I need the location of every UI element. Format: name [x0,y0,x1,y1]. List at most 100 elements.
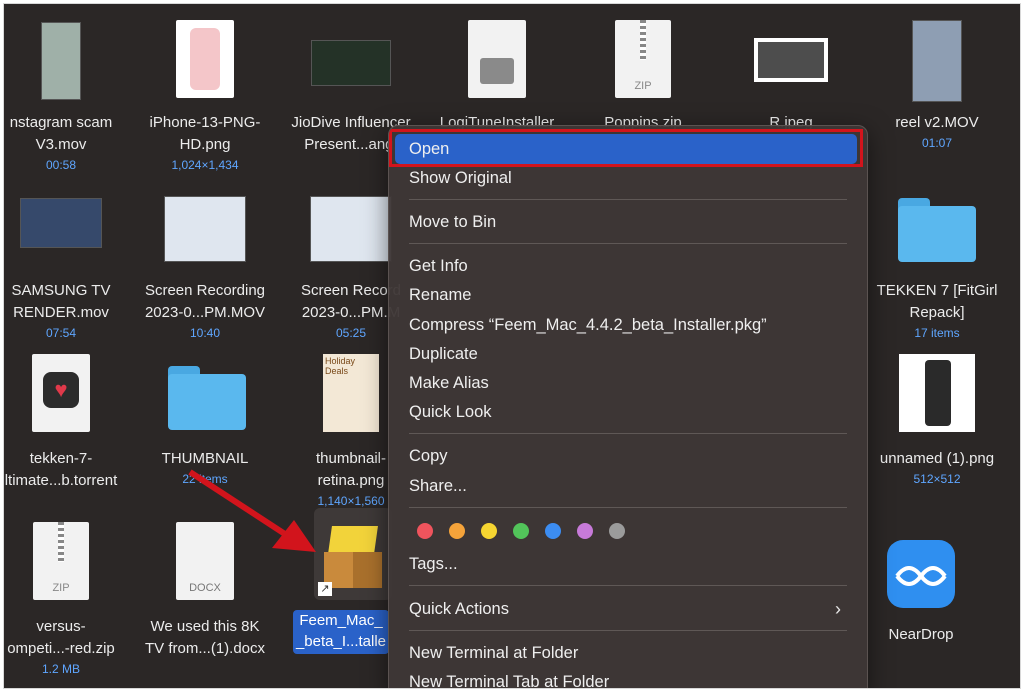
file-name: _beta_I...talle [295,633,387,650]
file-tekken-torrent[interactable]: ♥ tekken-7- ltimate...b.torrent [4,354,126,494]
menu-item-compress[interactable]: Compress “Feem_Mac_4.4.2_beta_Installer.… [409,314,767,336]
image-thumbnail [754,38,828,82]
file-name: NearDrop [888,626,954,643]
menu-item-new-terminal-tab[interactable]: New Terminal Tab at Folder [409,671,609,688]
torrent-icon: ♥ [32,354,90,432]
file-unnamed-png[interactable]: unnamed (1).png 512×512 [872,354,1002,494]
tag-blue[interactable] [545,523,561,539]
menu-separator [409,199,847,200]
menu-item-rename[interactable]: Rename [409,284,471,306]
image-thumbnail [176,20,234,98]
menu-item-quick-actions[interactable]: Quick Actions [409,598,509,620]
video-thumbnail [41,22,81,100]
file-name: V3.mov [35,136,87,153]
menu-item-new-terminal[interactable]: New Terminal at Folder [409,642,578,664]
image-thumbnail [899,354,975,432]
context-menu: Open Show Original Move to Bin Get Info … [388,125,868,688]
disk-graphic [480,58,514,84]
folder-tekken-7[interactable]: TEKKEN 7 [FitGirl Repack] 17 items [872,188,1002,348]
tag-purple[interactable] [577,523,593,539]
file-name: TEKKEN 7 [FitGirl [876,282,998,299]
package-icon [324,526,382,588]
zip-label: ZIP [634,80,652,92]
neardrop-icon [887,540,955,608]
menu-item-make-alias[interactable]: Make Alias [409,372,489,394]
video-thumbnail [310,196,392,262]
file-name: nstagram scam [9,114,113,131]
file-name: reel v2.MOV [895,114,979,131]
zipper-graphic [640,20,646,60]
phone-graphic [925,360,951,426]
folder-icon [168,366,246,430]
file-r-jpeg[interactable]: R.jpeg [726,18,856,131]
docx-label: DOCX [189,582,221,594]
annotation-arrow [188,469,316,552]
file-poppins-zip[interactable]: ZIP Poppins.zip [578,18,708,131]
menu-item-duplicate[interactable]: Duplicate [409,343,478,365]
video-thumbnail [311,40,391,86]
tag-orange[interactable] [449,523,465,539]
menu-separator [409,585,847,586]
file-screen-recording-1[interactable]: Screen Recording 2023-0...PM.MOV 10:40 [140,188,270,348]
menu-item-move-to-bin[interactable]: Move to Bin [409,211,496,233]
file-meta: 00:58 [45,158,77,172]
file-name: 2023-0...PM.MOV [144,304,266,321]
file-versus-zip[interactable]: ZIP versus- ompeti...-red.zip 1.2 MB [4,522,126,682]
file-name: HD.png [179,136,231,153]
video-thumbnail [164,196,246,262]
menu-item-share[interactable]: Share... [409,475,467,497]
file-name: tekken-7- [29,450,93,467]
tag-yellow[interactable] [481,523,497,539]
file-meta: 01:07 [921,136,953,150]
menu-separator [409,243,847,244]
file-feem-installer[interactable]: ↗ [314,508,392,600]
image-thumbnail: Holiday Deals [323,354,379,432]
file-name: iPhone-13-PNG- [149,114,261,131]
file-meta: 1,024×1,434 [171,158,239,172]
menu-separator [409,507,847,508]
file-name: SAMSUNG TV [11,282,111,299]
file-name: RENDER.mov [13,304,109,321]
file-iphone-13[interactable]: iPhone-13-PNG- HD.png 1,024×1,434 [140,18,270,178]
file-name: unnamed (1).png [879,450,995,467]
zipper-graphic [58,522,64,562]
dmg-icon [468,20,526,98]
holiday-deals-text: Holiday Deals [325,356,356,376]
file-name: Repack] [909,304,965,321]
menu-item-get-info[interactable]: Get Info [409,255,468,277]
photo-graphic [758,42,824,78]
menu-separator [409,433,847,434]
tag-gray[interactable] [609,523,625,539]
annotation-highlight-box [389,129,863,167]
phone-graphic [190,28,220,90]
menu-item-copy[interactable]: Copy [409,445,448,467]
file-instagram-scam[interactable]: nstagram scam V3.mov 00:58 [4,18,126,178]
zip-label: ZIP [52,582,70,594]
menu-item-show-original[interactable]: Show Original [409,167,512,189]
finder-window: nstagram scam V3.mov 00:58 iPhone-13-PNG… [3,3,1021,689]
file-name: We used this 8K [150,618,260,635]
file-name: ompeti...-red.zip [7,640,115,657]
file-meta: 10:40 [189,326,221,340]
file-name: TV from...(1).docx [144,640,266,657]
video-thumbnail [20,198,102,248]
file-logitune[interactable]: LogiTuneInstaller [432,18,562,131]
video-thumbnail [912,20,962,102]
file-reel-v2[interactable]: reel v2.MOV 01:07 [872,18,1002,178]
file-meta: 512×512 [913,472,961,486]
file-name: ltimate...b.torrent [4,472,118,489]
file-meta: 17 items [914,326,960,340]
app-neardrop[interactable]: NearDrop [856,536,986,656]
selected-file-name[interactable]: Feem_Mac_ _beta_I...talle [293,610,389,654]
folder-icon [898,198,976,262]
file-samsung-tv[interactable]: SAMSUNG TV RENDER.mov 07:54 [4,188,126,348]
menu-item-quick-look[interactable]: Quick Look [409,401,492,423]
alias-arrow-icon: ↗ [318,582,332,596]
file-name: Feem_Mac_ [299,612,383,629]
file-meta: 1.2 MB [41,662,80,676]
tag-red[interactable] [417,523,433,539]
wave-icon [895,566,947,586]
tag-green[interactable] [513,523,529,539]
file-meta: 07:54 [45,326,77,340]
menu-item-tags[interactable]: Tags... [409,553,458,575]
